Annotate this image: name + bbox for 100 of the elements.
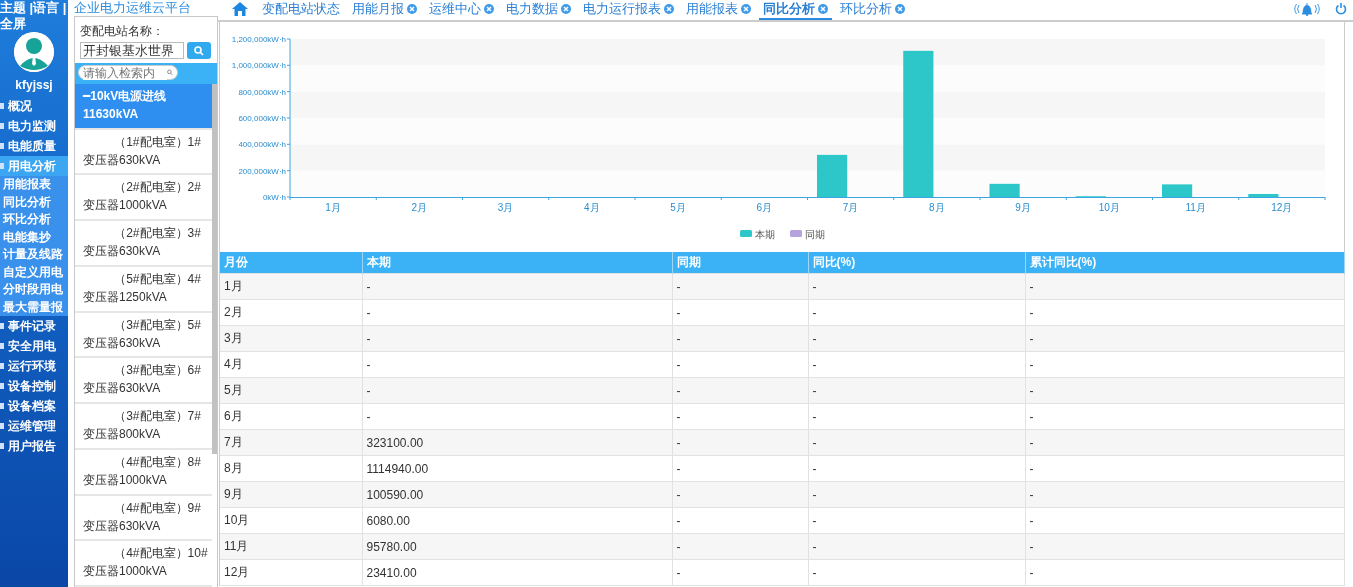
station-field[interactable]: 开封银基水世界 [80, 42, 184, 59]
table-cell: - [672, 559, 808, 586]
fullscreen-link[interactable]: 全屏 [0, 16, 26, 32]
tab[interactable]: 环比分析 [836, 0, 909, 18]
table-cell: - [362, 377, 672, 404]
table-cell: - [362, 325, 672, 352]
tab[interactable]: 电力运行报表 [579, 0, 678, 18]
tab[interactable]: 电力数据 [502, 0, 575, 18]
table-cell: 4月 [220, 351, 362, 378]
nav-item[interactable]: 运维管理 [0, 416, 68, 436]
table-cell: - [808, 273, 1025, 300]
table-cell: 1114940.00 [362, 455, 672, 482]
table-cell: - [672, 351, 808, 378]
table-cell: 5月 [220, 377, 362, 404]
x-tick-label: 6月 [756, 202, 773, 213]
table-cell: - [1025, 507, 1344, 534]
x-tick-label: 11月 [1185, 202, 1206, 213]
submenu-item[interactable]: 用能报表 [0, 176, 68, 194]
nav-item[interactable]: 安全用电 [0, 336, 68, 356]
table-cell: 6月 [220, 403, 362, 430]
table-cell: - [1025, 559, 1344, 586]
y-tick-label: 400,000kW·h [238, 140, 286, 150]
table-cell: 6080.00 [362, 507, 672, 534]
table-cell: - [1025, 351, 1344, 378]
x-tick-label: 4月 [584, 202, 600, 213]
tab[interactable]: 用能月报 [348, 0, 421, 18]
nav-item[interactable]: 设备档案 [0, 396, 68, 416]
table-cell: - [672, 533, 808, 560]
table-cell: 100590.00 [362, 481, 672, 508]
table-cell: - [808, 377, 1025, 404]
username: kfyjssj [14, 78, 54, 92]
app-title: 企业电力运维云平台 [74, 0, 191, 16]
x-tick-label: 8月 [929, 202, 945, 213]
column-header[interactable]: 累计同比(%) [1025, 252, 1344, 274]
x-tick-label: 3月 [497, 202, 514, 213]
tab[interactable]: 运维中心 [425, 0, 498, 18]
x-tick-label: 1月 [325, 202, 341, 213]
header-links[interactable]: 主题 |语言 | [0, 0, 67, 16]
table-cell: - [362, 403, 672, 430]
nav-item[interactable]: 电力监测 [0, 116, 68, 136]
nav-item[interactable]: 设备控制 [0, 376, 68, 396]
legend-label[interactable]: 本期 [755, 229, 775, 240]
tab[interactable]: 同比分析 [759, 0, 832, 20]
y-tick-label: 0kW·h [262, 193, 286, 202]
nav-item[interactable]: 事件记录 [0, 316, 68, 336]
nav-item[interactable]: 用电分析 [0, 156, 68, 176]
table-cell: - [1025, 325, 1344, 352]
table-cell: - [1025, 377, 1344, 404]
x-tick-label: 5月 [670, 202, 686, 213]
y-tick-label: 800,000kW·h [238, 87, 286, 97]
table-cell: 10月 [220, 507, 362, 534]
table-cell: - [808, 533, 1025, 560]
nav-item[interactable]: 电能质量 [0, 136, 68, 156]
tab[interactable]: 变配电站状态 [258, 0, 344, 18]
table-cell: - [672, 403, 808, 430]
field-label: 变配电站名称： [80, 23, 165, 40]
y-tick-label: 1,000,000kW·h [231, 61, 286, 71]
submenu-item[interactable]: 计量及线路 [0, 246, 68, 264]
column-header[interactable]: 月份 [220, 252, 362, 274]
table-cell: 95780.00 [362, 533, 672, 560]
table-cell: - [808, 325, 1025, 352]
x-tick-label: 7月 [842, 202, 859, 213]
table-cell: - [672, 507, 808, 534]
table-cell: - [1025, 273, 1344, 300]
y-tick-label: 200,000kW·h [238, 166, 286, 176]
tab[interactable]: 用能报表 [682, 0, 755, 18]
table-cell: - [362, 273, 672, 300]
table-cell: - [672, 455, 808, 482]
x-tick-label: 9月 [1015, 202, 1031, 213]
station-item[interactable]: ━10kV电源进线11630kVA [75, 84, 212, 130]
table-cell: 8月 [220, 455, 362, 482]
table-cell: - [808, 403, 1025, 430]
table-cell: 2月 [220, 299, 362, 326]
table-cell: - [672, 429, 808, 456]
table-cell: 12月 [220, 559, 362, 586]
column-header[interactable]: 同比(%) [808, 252, 1025, 274]
legend-label[interactable]: 同期 [805, 229, 825, 240]
table-cell: - [672, 481, 808, 508]
table-cell: - [808, 429, 1025, 456]
table-cell: 9月 [220, 481, 362, 508]
x-tick-label: 2月 [411, 202, 428, 213]
nav-item[interactable]: 用户报告 [0, 436, 68, 456]
table-cell: - [362, 299, 672, 326]
nav-item[interactable]: 概况 [0, 96, 68, 116]
table-cell: - [672, 273, 808, 300]
table-cell: - [1025, 429, 1344, 456]
y-tick-label: 600,000kW·h [238, 114, 286, 123]
table-cell: - [808, 507, 1025, 534]
table-cell: - [808, 351, 1025, 378]
column-header[interactable]: 本期 [362, 252, 672, 274]
x-tick-label: 12月 [1271, 202, 1293, 213]
table-cell: 11月 [220, 533, 362, 560]
submenu-item[interactable]: 分时段用电 [0, 281, 68, 299]
table-cell: - [362, 351, 672, 378]
column-header[interactable]: 同期 [672, 252, 808, 274]
submenu-item[interactable]: 环比分析 [0, 211, 68, 229]
table-cell: - [1025, 455, 1344, 482]
filter-field[interactable]: 请输入检索内 [78, 65, 178, 80]
table-cell: - [672, 299, 808, 326]
nav-item[interactable]: 运行环境 [0, 356, 68, 376]
